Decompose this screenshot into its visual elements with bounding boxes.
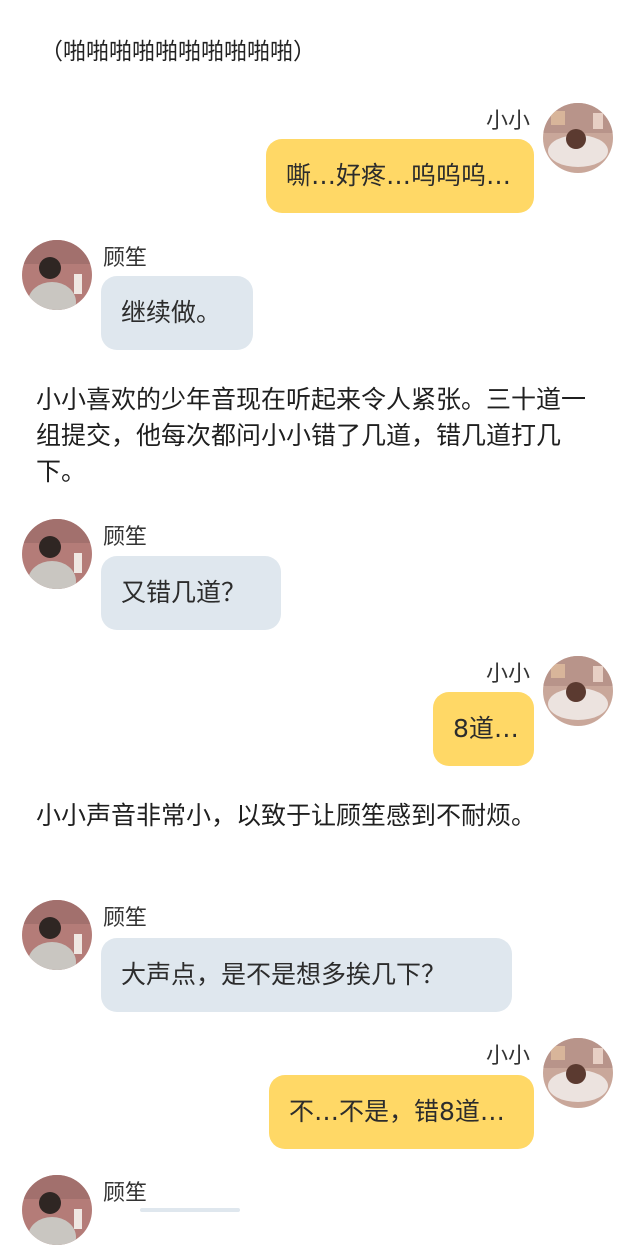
chat-bubble-left: 继续做。 (101, 276, 253, 350)
sender-name: 顾笙 (103, 246, 148, 271)
chat-bubble-left: 大声点，是不是想多挨几下？ (101, 938, 512, 1012)
sender-name: 小小 (486, 662, 531, 687)
sender-name: 顾笙 (103, 906, 148, 931)
xiaoxiao-avatar-icon[interactable] (543, 656, 613, 726)
narration-text: 小小喜欢的少年音现在听起来令人紧张。三十道一组提交，他每次都问小小错了几道，错几… (36, 385, 587, 486)
chat-bubble-left (140, 1208, 240, 1212)
guzheng-avatar-icon[interactable] (22, 900, 92, 970)
sender-name: 顾笙 (103, 525, 148, 550)
chat-bubble-right: 8道… (433, 692, 534, 766)
xiaoxiao-avatar-icon[interactable] (543, 103, 613, 173)
chat-bubble-right: 嘶…好疼…呜呜呜… (266, 139, 534, 213)
guzheng-avatar-icon[interactable] (22, 519, 92, 589)
sender-name: 小小 (486, 109, 531, 134)
sound-effect-text: （啪啪啪啪啪啪啪啪啪啪） (40, 39, 316, 65)
sender-name: 小小 (486, 1044, 531, 1069)
sender-name: 顾笙 (103, 1181, 148, 1206)
chat-bubble-right: 不…不是，错8道… (269, 1075, 534, 1149)
narration-text: 小小声音非常小，以致于让顾笙感到不耐烦。 (36, 801, 537, 830)
xiaoxiao-avatar-icon[interactable] (543, 1038, 613, 1108)
chat-bubble-left: 又错几道？ (101, 556, 281, 630)
guzheng-avatar-icon[interactable] (22, 240, 92, 310)
guzheng-avatar-icon[interactable] (22, 1175, 92, 1245)
